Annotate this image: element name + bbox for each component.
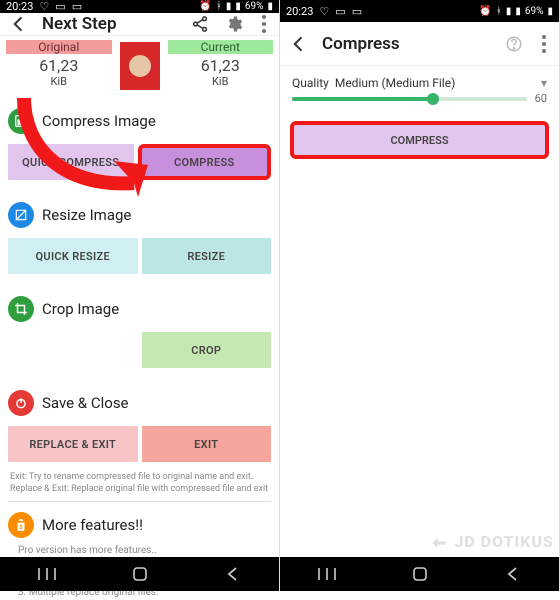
svg-text:KB: KB xyxy=(18,119,26,126)
signal-icon2: ▮ xyxy=(235,1,241,12)
slider-thumb[interactable] xyxy=(427,93,439,105)
notif-icon: ▭ xyxy=(55,0,65,13)
original-unit: KiB xyxy=(6,75,112,88)
compress-button[interactable]: COMPRESS xyxy=(138,144,272,180)
crop-head: Crop Image xyxy=(42,300,119,318)
left-screen: 20:23 ♡ ▭ ▭ ⏰ ᚼ ▮ ▮ 69% ▮ Next Step xyxy=(0,0,280,591)
replace-exit-button[interactable]: REPLACE & EXIT xyxy=(8,426,138,462)
resize-head: Resize Image xyxy=(42,206,131,224)
save-section: Save & Close REPLACE & EXIT EXIT Exit: T… xyxy=(0,378,279,502)
crop-button[interactable]: CROP xyxy=(142,332,272,368)
heart-icon-r: ♡ xyxy=(319,5,329,18)
crop-section: Crop Image CROP xyxy=(0,284,279,378)
original-size: Original 61,23 KiB xyxy=(0,36,118,96)
current-unit: KiB xyxy=(168,75,274,88)
nav-recent[interactable] xyxy=(32,564,62,584)
share-icon[interactable] xyxy=(189,13,211,35)
signal-icon: ▮ xyxy=(226,1,232,12)
slider-value: 60 xyxy=(535,92,547,105)
nav-home-r[interactable] xyxy=(405,564,435,584)
status-bar-r: 20:23 ♡ ▭ ▭ ⏰ ᚼ ▮ ▮ 69% ▮ xyxy=(280,0,559,22)
current-value: 61,23 xyxy=(168,56,274,75)
app-bar-r: Compress xyxy=(280,22,559,66)
battery-text-r: 69% xyxy=(525,6,544,17)
nav-bar-r xyxy=(280,557,559,591)
battery-icon: ▮ xyxy=(267,1,273,12)
dropdown-icon[interactable]: ▾ xyxy=(541,76,547,90)
quick-resize-button[interactable]: QUICK RESIZE xyxy=(8,238,138,274)
signal-icon2-r: ▮ xyxy=(515,6,521,17)
alarm-icon: ⏰ xyxy=(199,1,211,12)
resize-section: Resize Image QUICK RESIZE RESIZE xyxy=(0,190,279,284)
compress-main-button[interactable]: COMPRESS xyxy=(290,121,549,159)
nav-home[interactable] xyxy=(125,564,155,584)
gear-icon[interactable] xyxy=(223,13,245,35)
save-head: Save & Close xyxy=(42,394,129,412)
original-value: 61,23 xyxy=(6,56,112,75)
money-icon: $ xyxy=(8,512,34,538)
resize-icon xyxy=(8,202,34,228)
status-bar: 20:23 ♡ ▭ ▭ ⏰ ᚼ ▮ ▮ 69% ▮ xyxy=(0,0,279,13)
original-tag: Original xyxy=(6,40,112,54)
battery-icon-r: ▮ xyxy=(547,6,553,17)
watermark: JD DOTIKUS xyxy=(429,532,554,553)
quick-compress-button[interactable]: QUICK COMPRESS xyxy=(8,144,134,180)
current-tag: Current xyxy=(168,40,274,54)
quality-slider-row: 60 xyxy=(280,92,559,117)
current-size: Current 61,23 KiB xyxy=(162,36,280,96)
size-panel: Original 61,23 KiB Current 61,23 KiB xyxy=(0,36,279,96)
bt-icon: ᚼ xyxy=(216,1,222,12)
compress-icon: KB xyxy=(8,108,34,134)
compress-section: KB Compress Image QUICK COMPRESS COMPRES… xyxy=(0,96,279,190)
page-title-r: Compress xyxy=(322,34,491,54)
quality-value: Medium (Medium File) xyxy=(335,76,455,90)
resize-button[interactable]: RESIZE xyxy=(142,238,272,274)
crop-icon xyxy=(8,296,34,322)
nav-back[interactable] xyxy=(218,564,248,584)
overflow-icon[interactable] xyxy=(257,13,271,35)
nav-recent-r[interactable] xyxy=(312,564,342,584)
quality-label: Quality xyxy=(292,76,329,90)
compress-head: Compress Image xyxy=(42,112,156,130)
heart-icon: ♡ xyxy=(39,0,49,13)
overflow-icon-r[interactable] xyxy=(537,33,551,55)
quality-slider[interactable] xyxy=(292,97,527,101)
back-icon-r[interactable] xyxy=(288,33,310,55)
notif-icon-r: ▭ xyxy=(335,5,345,18)
signal-icon-r: ▮ xyxy=(506,6,512,17)
save-note: Exit: Try to rename compressed file to o… xyxy=(8,472,271,502)
power-icon xyxy=(8,390,34,416)
exit-button[interactable]: EXIT xyxy=(142,426,272,462)
right-screen: 20:23 ♡ ▭ ▭ ⏰ ᚼ ▮ ▮ 69% ▮ Compress Quali… xyxy=(280,0,560,591)
bt-icon-r: ᚼ xyxy=(496,6,502,17)
status-time: 20:23 xyxy=(6,0,33,13)
notif-icon2: ▭ xyxy=(72,0,82,13)
quality-row[interactable]: Quality Medium (Medium File) ▾ xyxy=(280,66,559,92)
nav-bar xyxy=(0,557,279,591)
alarm-icon-r: ⏰ xyxy=(479,6,491,17)
help-icon[interactable] xyxy=(503,33,525,55)
notif-icon2-r: ▭ xyxy=(352,5,362,18)
nav-back-r[interactable] xyxy=(498,564,528,584)
page-title: Next Step xyxy=(42,14,177,34)
status-time-r: 20:23 xyxy=(286,5,313,18)
battery-text: 69% xyxy=(245,1,264,12)
back-icon[interactable] xyxy=(8,13,30,35)
more-head: More features!! xyxy=(42,516,143,534)
app-bar: Next Step xyxy=(0,13,279,36)
image-thumbnail[interactable] xyxy=(120,42,160,90)
